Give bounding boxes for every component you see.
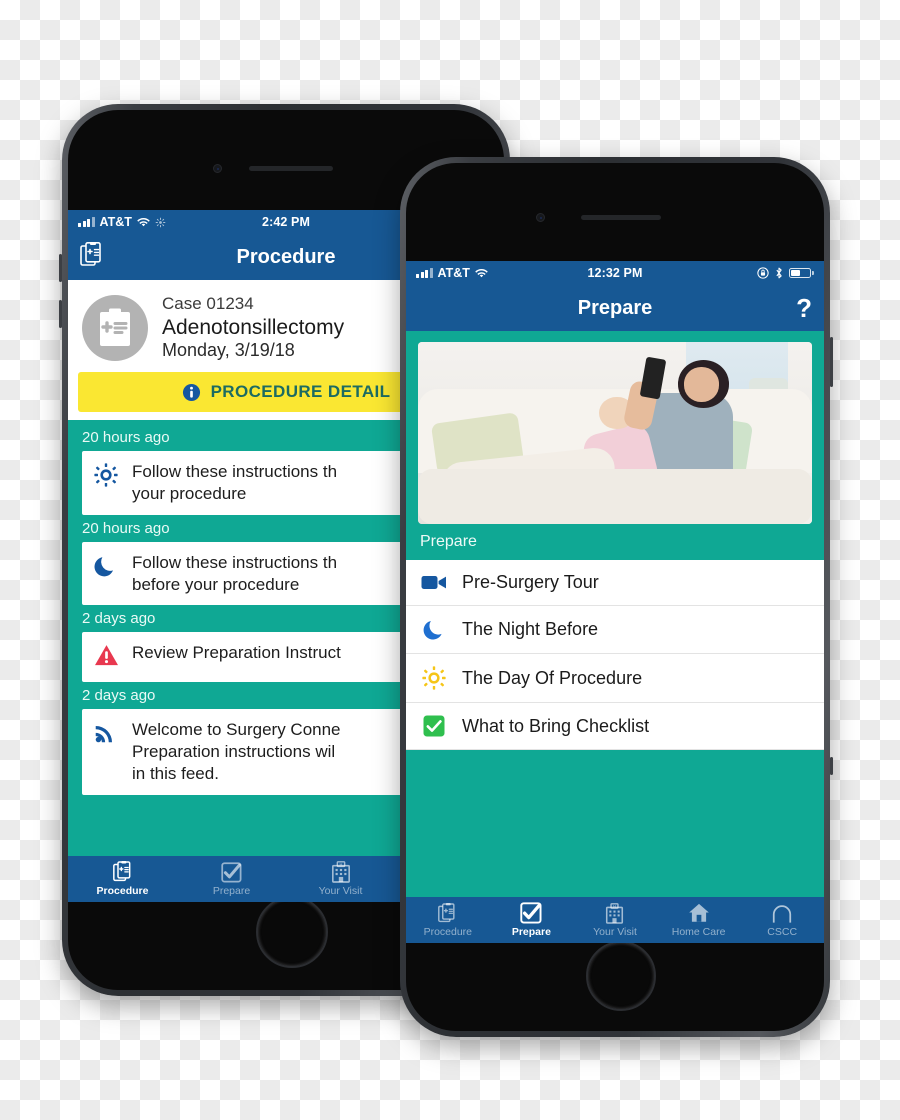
home-button[interactable] xyxy=(586,941,656,1011)
tab-label: Your Visit xyxy=(318,885,363,897)
check-square-icon xyxy=(221,861,242,883)
svg-text:H: H xyxy=(339,862,342,867)
power-button[interactable] xyxy=(830,337,833,387)
phone-bezel-right: AT&T 12:32 PM Prepare ? Prepare Pre-Surg… xyxy=(406,163,824,1031)
tab-prepare[interactable]: Prepare xyxy=(490,897,574,943)
list-item-what-to-bring-checklist[interactable]: What to Bring Checklist xyxy=(406,703,824,750)
signal-bars-icon xyxy=(78,217,95,227)
feed-item-text-line2: your procedure xyxy=(132,484,247,504)
tab-home-care[interactable]: Home Care xyxy=(657,897,741,943)
tab-cscc[interactable]: CSCC xyxy=(740,897,824,943)
tab-label: Procedure xyxy=(423,926,473,938)
moon-icon xyxy=(420,618,448,641)
case-number: Case 01234 xyxy=(162,294,254,313)
tab-procedure[interactable]: Procedure xyxy=(406,897,490,943)
check-square-icon xyxy=(520,902,542,924)
feed-item-text: Follow these instructions th xyxy=(132,462,338,482)
phone-device-right: AT&T 12:32 PM Prepare ? Prepare Pre-Surg… xyxy=(400,157,833,1037)
sun-icon xyxy=(94,461,120,492)
tab-your-visit[interactable]: H Your Visit xyxy=(286,856,395,902)
status-bar: AT&T 12:32 PM xyxy=(406,261,824,285)
hospital-icon: H xyxy=(331,861,351,883)
procedure-name: Adenotonsillectomy xyxy=(162,315,345,339)
clipboard-medical-icon xyxy=(82,295,148,362)
list-item-the-night-before[interactable]: The Night Before xyxy=(406,606,824,654)
tab-label: CSCC xyxy=(767,926,798,938)
hospital-icon: H xyxy=(605,902,624,924)
sim-tray xyxy=(830,757,833,775)
tab-label: Procedure xyxy=(96,885,149,897)
hero-image xyxy=(418,342,812,524)
list-item-label: Pre-Surgery Tour xyxy=(462,572,599,592)
list-item-the-day-of-procedure[interactable]: The Day Of Procedure xyxy=(406,654,824,703)
feed-item-text: Follow these instructions th xyxy=(132,552,338,572)
moon-icon xyxy=(94,552,120,583)
tab-procedure[interactable]: Procedure xyxy=(68,856,177,902)
prepare-list: Pre-Surgery Tour The Night Before The Da… xyxy=(406,560,824,750)
earpiece-speaker xyxy=(249,166,333,171)
info-icon xyxy=(182,383,200,401)
list-item-label: The Day Of Procedure xyxy=(462,667,643,688)
help-question-icon[interactable]: ? xyxy=(796,295,812,321)
location-icon xyxy=(155,217,166,227)
home-button[interactable] xyxy=(256,896,328,968)
tab-label: Home Care xyxy=(671,926,726,938)
list-item-pre-surgery-tour[interactable]: Pre-Surgery Tour xyxy=(406,560,824,606)
tab-label: Your Visit xyxy=(593,926,637,938)
video-camera-icon xyxy=(420,574,448,591)
clipboard-icon xyxy=(438,902,457,924)
bluetooth-icon xyxy=(776,267,782,279)
home-icon xyxy=(688,902,710,924)
front-camera-icon xyxy=(213,164,222,173)
screen-prepare: AT&T 12:32 PM Prepare ? Prepare Pre-Surg… xyxy=(406,261,824,943)
rss-icon xyxy=(94,719,120,749)
procedure-detail-label: PROCEDURE DETAIL xyxy=(210,382,391,402)
clipboard-icon xyxy=(112,861,133,883)
feed-item-text: Review Preparation Instruct xyxy=(132,643,341,663)
page-title: Prepare xyxy=(577,296,653,319)
carrier-label: AT&T xyxy=(99,215,132,229)
status-time: 2:42 PM xyxy=(262,215,310,229)
volume-down-button[interactable] xyxy=(59,300,62,328)
empty-space xyxy=(406,750,824,897)
tab-prepare[interactable]: Prepare xyxy=(177,856,286,902)
sun-icon xyxy=(420,666,448,690)
tab-bar: Procedure Prepare xyxy=(406,897,824,943)
svg-text:H: H xyxy=(614,904,617,908)
warning-icon xyxy=(94,642,120,672)
front-camera-icon xyxy=(536,213,545,222)
section-title: Prepare xyxy=(406,524,824,560)
feed-item-text-line2: Preparation instructions wil xyxy=(132,742,336,762)
feed-item-text-line3: in this feed. xyxy=(132,763,219,783)
clipboard-icon[interactable] xyxy=(80,241,104,273)
rotation-lock-icon xyxy=(757,267,769,279)
feed-item-text: Welcome to Surgery Conne xyxy=(132,720,341,740)
check-box-icon xyxy=(420,715,448,737)
arch-icon xyxy=(771,902,793,924)
procedure-date: Monday, 3/19/18 xyxy=(162,340,295,361)
battery-icon xyxy=(789,268,814,278)
list-item-label: What to Bring Checklist xyxy=(462,715,650,736)
earpiece-speaker xyxy=(581,215,661,220)
signal-bars-icon xyxy=(416,268,433,278)
tab-your-visit[interactable]: H Your Visit xyxy=(573,897,657,943)
navigation-bar: Prepare ? xyxy=(406,285,824,331)
hero-image-container xyxy=(406,331,824,524)
volume-up-button[interactable] xyxy=(59,254,62,282)
tab-label: Prepare xyxy=(212,885,251,897)
wifi-icon xyxy=(475,268,488,277)
tab-label: Prepare xyxy=(511,926,551,938)
wifi-icon xyxy=(137,217,150,226)
list-item-label: The Night Before xyxy=(462,619,599,639)
status-time: 12:32 PM xyxy=(587,266,643,280)
carrier-label: AT&T xyxy=(437,266,470,280)
feed-item-text-line2: before your procedure xyxy=(132,574,300,594)
